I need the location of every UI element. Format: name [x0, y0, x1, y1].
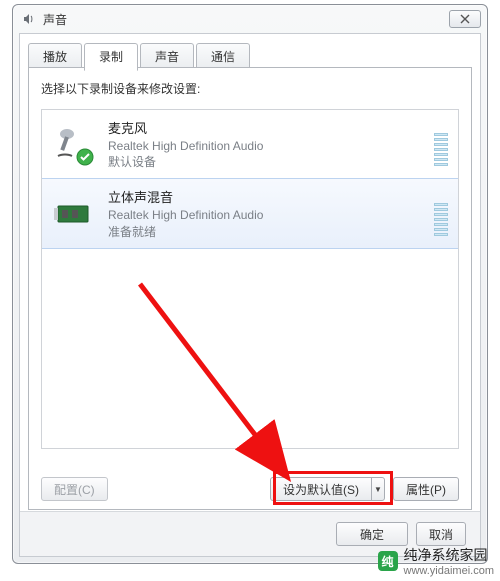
- device-name: 立体声混音: [108, 187, 422, 206]
- titlebar[interactable]: 声音: [13, 5, 487, 33]
- cancel-button[interactable]: 取消: [416, 522, 466, 546]
- microphone-icon: [52, 122, 96, 166]
- ok-button[interactable]: 确定: [336, 522, 408, 546]
- watermark-url: www.yidaimei.com: [404, 565, 494, 577]
- watermark-logo-icon: 纯: [378, 551, 398, 571]
- device-driver: Realtek High Definition Audio: [108, 138, 422, 154]
- close-icon: [460, 14, 470, 24]
- device-name: 麦克风: [108, 118, 422, 137]
- device-item-stereo-mix[interactable]: 立体声混音 Realtek High Definition Audio 准备就绪: [41, 178, 459, 248]
- watermark: 纯 纯净系统家园 www.yidaimei.com: [378, 545, 494, 577]
- properties-button[interactable]: 属性(P): [393, 477, 459, 501]
- recording-tabpage: 选择以下录制设备来修改设置:: [28, 67, 472, 510]
- soundcard-icon: [52, 192, 96, 236]
- tab-recording[interactable]: 录制: [84, 43, 138, 71]
- device-driver: Realtek High Definition Audio: [108, 207, 422, 223]
- tab-strip: 播放 录制 声音 通信: [20, 34, 480, 70]
- set-default-button[interactable]: 设为默认值(S): [270, 477, 372, 501]
- device-text: 麦克风 Realtek High Definition Audio 默认设备: [108, 118, 422, 170]
- speaker-icon: [21, 11, 37, 27]
- close-button[interactable]: [449, 10, 481, 28]
- configure-button[interactable]: 配置(C): [41, 477, 108, 501]
- tabpage-button-row: 配置(C) 设为默认值(S) 属性(P): [41, 477, 459, 501]
- device-status: 准备就绪: [108, 224, 422, 240]
- client-area: 播放 录制 声音 通信 选择以下录制设备来修改设置:: [19, 33, 481, 557]
- sound-dialog: 声音 播放 录制 声音 通信 选择以下录制设备来修改设置:: [12, 4, 488, 564]
- watermark-brand: 纯净系统家园: [404, 545, 494, 565]
- check-badge-icon: [76, 148, 94, 166]
- level-meter: [434, 192, 448, 236]
- device-item-microphone[interactable]: 麦克风 Realtek High Definition Audio 默认设备: [42, 110, 458, 179]
- window-title: 声音: [43, 11, 67, 28]
- device-status: 默认设备: [108, 154, 422, 170]
- device-list[interactable]: 麦克风 Realtek High Definition Audio 默认设备: [41, 109, 459, 449]
- set-default-dropdown[interactable]: [371, 477, 385, 501]
- level-meter: [434, 122, 448, 166]
- device-text: 立体声混音 Realtek High Definition Audio 准备就绪: [108, 187, 422, 239]
- instruction-text: 选择以下录制设备来修改设置:: [41, 80, 459, 97]
